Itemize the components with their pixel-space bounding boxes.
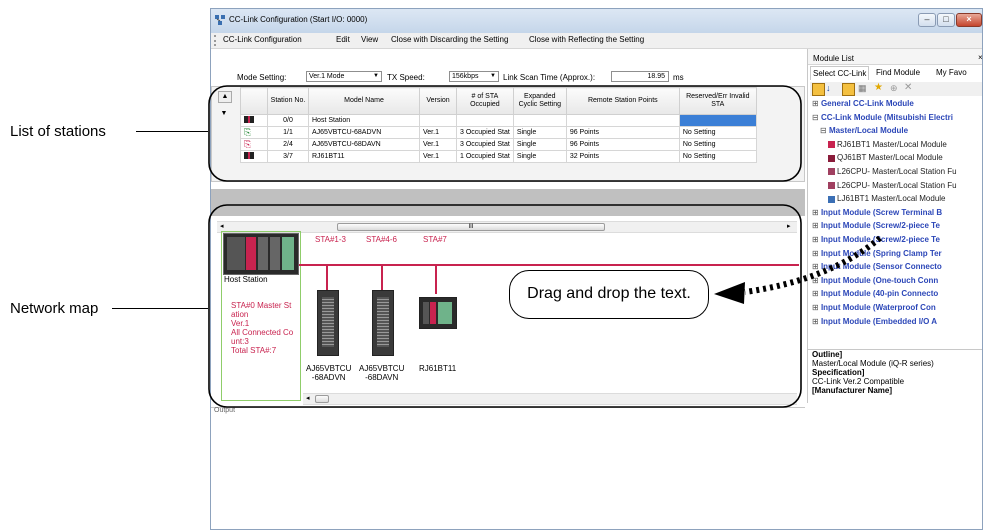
annotation-overlay xyxy=(208,85,882,408)
drag-drop-callout: Drag and drop the text. xyxy=(509,270,709,319)
